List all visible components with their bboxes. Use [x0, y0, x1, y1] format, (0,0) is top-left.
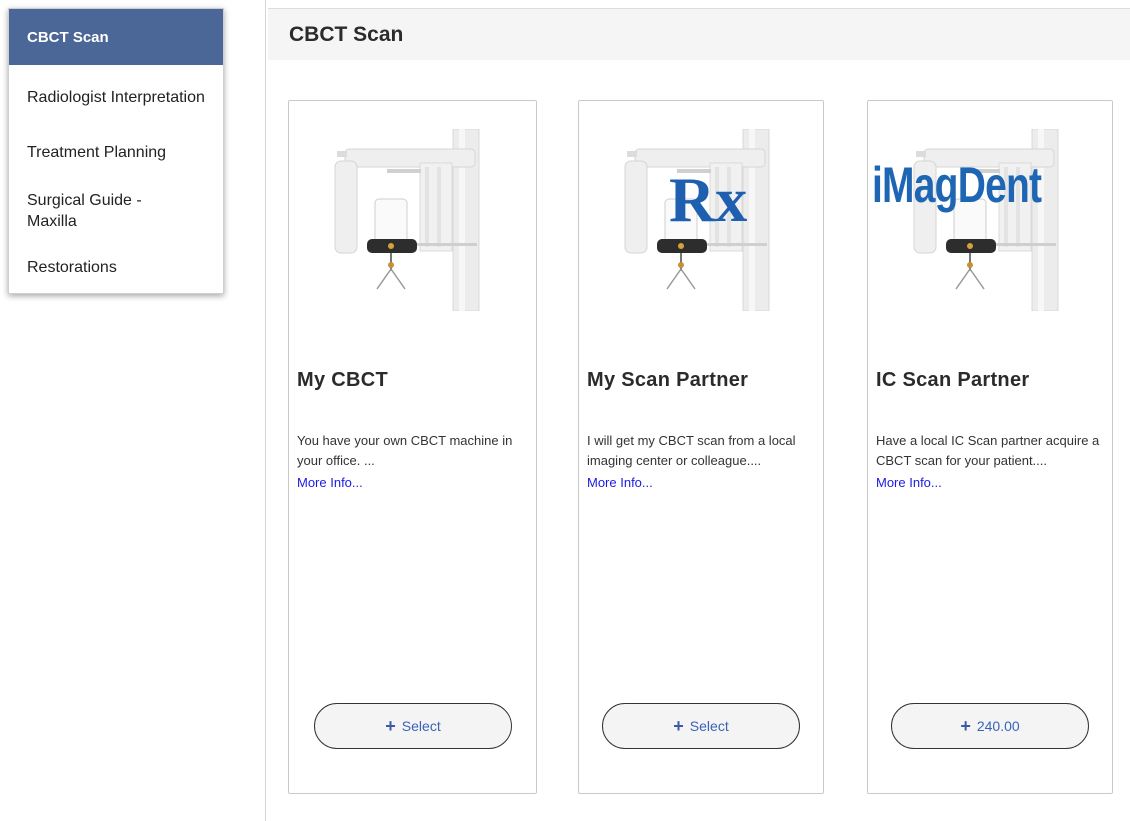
card-description: Have a local IC Scan partner acquire a C…: [876, 431, 1106, 493]
rx-logo: Rx: [669, 164, 748, 235]
more-info-link[interactable]: More Info...: [587, 473, 817, 493]
sidebar-item-surgical-guide-maxilla[interactable]: Surgical Guide - Maxilla: [9, 175, 223, 247]
sidebar-item-treatment-planning[interactable]: Treatment Planning: [9, 129, 223, 175]
plus-icon: +: [673, 716, 684, 736]
card-description: You have your own CBCT machine in your o…: [297, 431, 527, 493]
main-panel-divider: [265, 0, 266, 821]
sidebar-item-restorations[interactable]: Restorations: [9, 247, 223, 293]
select-button[interactable]: + Select: [602, 703, 800, 749]
more-info-link[interactable]: More Info...: [297, 473, 527, 493]
cbct-machine-icon: [334, 129, 480, 311]
sidebar-item-label: CBCT Scan: [27, 28, 109, 46]
sidebar-item-label: Radiologist Interpretation: [27, 88, 205, 106]
card-title: My CBCT: [297, 369, 388, 391]
sidebar-item-label: Surgical Guide - Maxilla: [27, 192, 142, 230]
card-description: I will get my CBCT scan from a local ima…: [587, 431, 817, 493]
more-info-link[interactable]: More Info...: [876, 473, 1106, 493]
sidebar-item-radiologist-interpretation[interactable]: Radiologist Interpretation: [9, 65, 223, 129]
select-button[interactable]: + Select: [314, 703, 512, 749]
card-title: IC Scan Partner: [876, 369, 1030, 391]
card-description-text: I will get my CBCT scan from a local ima…: [587, 433, 796, 468]
price-button-label: 240.00: [976, 718, 1020, 734]
select-button-label: Select: [401, 718, 441, 734]
sidebar-item-label: Treatment Planning: [27, 143, 167, 161]
sidebar-menu: CBCT Scan Radiologist Interpretation Tre…: [8, 8, 224, 294]
option-card-ic-scan-partner: iMagDent IC Scan Partner Have a local IC…: [867, 100, 1113, 794]
sidebar-item-cbct-scan[interactable]: CBCT Scan: [9, 9, 223, 65]
imagdent-logo: iMagDent: [872, 157, 1042, 213]
option-card-my-scan-partner: Rx My Scan Partner I will get my CBCT sc…: [578, 100, 824, 794]
sidebar-item-label: Restorations: [27, 258, 117, 276]
plus-icon: +: [960, 716, 971, 736]
page-title-bar: CBCT Scan: [268, 8, 1130, 60]
card-description-text: Have a local IC Scan partner acquire a C…: [876, 433, 1100, 468]
option-card-my-cbct: My CBCT You have your own CBCT machine i…: [288, 100, 537, 794]
price-button[interactable]: + 240.00: [891, 703, 1089, 749]
card-description-text: You have your own CBCT machine in your o…: [297, 433, 513, 468]
card-title: My Scan Partner: [587, 369, 749, 391]
plus-icon: +: [385, 716, 396, 736]
page-title: CBCT Scan: [289, 22, 404, 46]
select-button-label: Select: [689, 718, 729, 734]
